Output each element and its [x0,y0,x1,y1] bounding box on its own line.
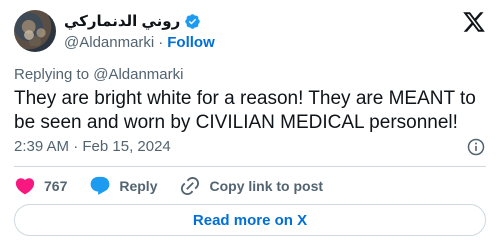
replying-to-mention[interactable]: @Aldanmarki [93,66,183,83]
read-more-button[interactable]: Read more on X [14,204,486,236]
reply-button[interactable]: Reply [89,175,157,197]
like-button[interactable]: 767 [14,175,67,197]
reply-label: Reply [119,178,158,194]
heart-icon [15,178,35,195]
avatar[interactable] [14,10,56,52]
speech-bubble-icon [90,176,110,195]
link-icon [181,176,200,196]
embedded-post-card: روني الدنماركي @Aldanmarki · Follow Repl… [0,0,500,247]
post-text: They are bright white for a reason! They… [14,88,476,133]
replying-to-prefix: Replying to [14,66,90,83]
replying-to: Replying to @Aldanmarki [14,65,183,84]
copy-link-label: Copy link to post [209,178,324,194]
action-bar: 767 Reply Copy link to post [14,174,345,198]
separator-dot: · [158,34,164,51]
post-meta: 2:39 AM · Feb 15, 2024 [14,137,486,157]
like-count: 767 [44,178,68,194]
verified-badge-icon [185,14,200,29]
divider [14,166,486,167]
info-icon[interactable] [466,137,486,157]
copy-link-button[interactable]: Copy link to post [179,175,323,197]
author-display-name[interactable]: روني الدنماركي [64,12,180,31]
x-logo-icon[interactable] [462,10,486,34]
follow-button[interactable]: Follow [167,33,215,52]
author-handle-row: @Aldanmarki · Follow [64,33,215,52]
author-handle[interactable]: @Aldanmarki [64,33,154,52]
post-header: روني الدنماركي @Aldanmarki · Follow [14,10,486,54]
post-timestamp[interactable]: 2:39 AM · Feb 15, 2024 [14,138,171,155]
author-name-row: روني الدنماركي [64,12,201,31]
